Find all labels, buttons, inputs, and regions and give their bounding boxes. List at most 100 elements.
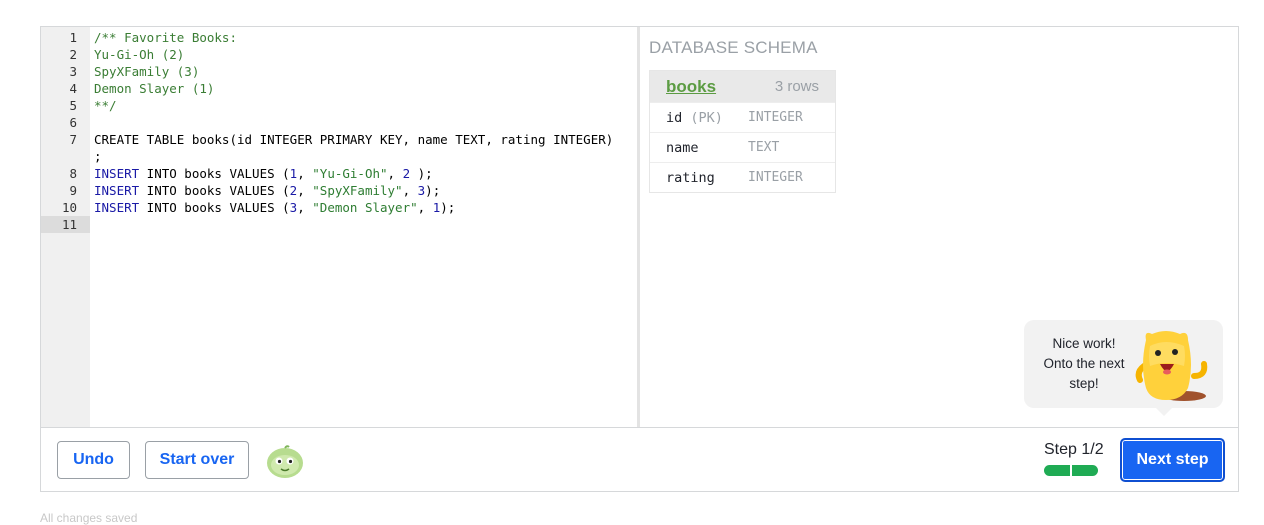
code-text[interactable]: INSERT INTO books VALUES (1, "Yu-Gi-Oh",… xyxy=(94,165,433,182)
code-line[interactable]: 10 INSERT INTO books VALUES (3, "Demon Sl… xyxy=(41,199,638,216)
schema-column-row: id (PK) INTEGER xyxy=(650,102,835,132)
code-line[interactable]: 8 INSERT INTO books VALUES (1, "Yu-Gi-Oh"… xyxy=(41,165,638,182)
code-token: , xyxy=(297,166,313,181)
code-line[interactable]: 7 CREATE TABLE books(id INTEGER PRIMARY K… xyxy=(41,131,638,148)
line-number: 6 xyxy=(69,115,77,130)
column-name: id (PK) xyxy=(666,110,723,126)
line-number: 9 xyxy=(69,183,77,198)
code-token: 2 xyxy=(402,166,411,181)
code-line[interactable]: 3 SpyXFamily (3) xyxy=(41,63,638,80)
code-line[interactable]: 1 /** Favorite Books: xyxy=(41,29,638,46)
code-token: ); xyxy=(410,166,433,181)
line-number: 4 xyxy=(69,81,77,96)
code-token: INTO books VALUES ( xyxy=(139,200,290,215)
code-token: , xyxy=(297,183,313,198)
code-token: SpyXFamily (3) xyxy=(94,64,200,79)
code-token: **/ xyxy=(94,98,117,113)
line-number: 1 xyxy=(69,30,77,45)
code-text[interactable]: **/ xyxy=(94,97,117,114)
feedback-text: Nice work! Onto the next step! xyxy=(1034,334,1134,394)
schema-table-header: books 3 rows xyxy=(650,71,835,102)
code-token: INSERT xyxy=(94,200,140,215)
line-number: 3 xyxy=(69,64,77,79)
column-name-text: name xyxy=(666,140,699,156)
code-line[interactable]: 4 Demon Slayer (1) xyxy=(41,80,638,97)
code-line[interactable]: 11 xyxy=(41,216,638,233)
code-token: /** Favorite Books: xyxy=(94,30,237,45)
column-name-text: rating xyxy=(666,170,715,186)
bottom-toolbar: Undo Start over Step 1/2 Next step xyxy=(41,427,1238,492)
column-type: INTEGER xyxy=(748,110,803,125)
pane-divider[interactable] xyxy=(637,27,640,427)
undo-button[interactable]: Undo xyxy=(57,441,130,479)
step-progress-bar xyxy=(1044,465,1098,476)
progress-segment-1 xyxy=(1044,465,1070,476)
save-status: All changes saved xyxy=(40,511,138,525)
schema-title: DATABASE SCHEMA xyxy=(649,38,818,57)
line-number: 7 xyxy=(69,132,77,147)
bubble-tail xyxy=(1155,407,1173,416)
step-indicator: Step 1/2 xyxy=(1044,441,1104,458)
schema-table: books 3 rows id (PK) INTEGER name TEXT ratin… xyxy=(649,70,836,193)
code-token: "SpyXFamily" xyxy=(312,183,403,198)
column-name: name xyxy=(666,140,699,156)
code-text[interactable]: /** Favorite Books: xyxy=(94,29,237,46)
code-token: INSERT xyxy=(94,183,140,198)
feedback-line-1: Nice work! xyxy=(1052,336,1116,351)
monster-mascot-icon xyxy=(1135,331,1208,401)
line-number: 10 xyxy=(61,200,77,215)
code-token: , xyxy=(297,200,313,215)
line-number: 8 xyxy=(69,166,77,181)
code-token: CREATE TABLE books(id INTEGER PRIMARY KE… xyxy=(94,132,614,147)
code-token: "Demon Slayer" xyxy=(312,200,418,215)
column-name: rating xyxy=(666,170,715,186)
table-row-count: 3 rows xyxy=(774,78,819,95)
code-token: INSERT xyxy=(94,166,140,181)
code-token: , xyxy=(387,166,403,181)
code-text[interactable]: ; xyxy=(94,148,102,165)
column-name-text: id xyxy=(666,110,683,126)
code-token: ; xyxy=(94,149,102,164)
code-token: INTO books VALUES ( xyxy=(139,183,290,198)
progress-segment-2 xyxy=(1072,465,1098,476)
code-line[interactable]: 2 Yu-Gi-Oh (2) xyxy=(41,46,638,63)
avatar-icon[interactable] xyxy=(265,443,305,479)
line-number: 11 xyxy=(61,217,77,232)
code-line[interactable]: 5 **/ xyxy=(41,97,638,114)
challenge-frame: 1 /** Favorite Books: 2 Yu-Gi-Oh (2) 3 SpyXFa… xyxy=(40,26,1239,492)
code-text[interactable]: INSERT INTO books VALUES (2, "SpyXFamily… xyxy=(94,182,440,199)
code-token: ); xyxy=(425,183,441,198)
column-type: TEXT xyxy=(748,140,780,155)
code-text[interactable]: CREATE TABLE books(id INTEGER PRIMARY KE… xyxy=(94,131,613,148)
code-line[interactable]: 6 xyxy=(41,114,638,131)
code-token: ); xyxy=(440,200,456,215)
feedback-bubble: Nice work! Onto the next step! xyxy=(1024,320,1223,416)
code-text[interactable]: Yu-Gi-Oh (2) xyxy=(94,46,184,63)
code-editor[interactable]: 1 /** Favorite Books: 2 Yu-Gi-Oh (2) 3 SpyXFa… xyxy=(41,27,638,427)
feedback-line-3: step! xyxy=(1069,376,1099,391)
code-token: "Yu-Gi-Oh" xyxy=(312,166,388,181)
code-text[interactable]: INSERT INTO books VALUES (3, "Demon Slay… xyxy=(94,199,455,216)
start-over-button[interactable]: Start over xyxy=(145,441,249,479)
code-line[interactable]: ; xyxy=(41,148,638,165)
schema-panel: DATABASE SCHEMA books 3 rows id (PK) INTE… xyxy=(641,27,1239,427)
code-token: , xyxy=(417,200,433,215)
next-step-button[interactable]: Next step xyxy=(1120,438,1225,482)
primary-key-label: (PK) xyxy=(690,110,723,126)
line-number: 5 xyxy=(69,98,77,113)
schema-column-row: name TEXT xyxy=(650,132,835,162)
code-token: INTO books VALUES ( xyxy=(139,166,290,181)
code-token: , xyxy=(402,183,418,198)
code-token: Yu-Gi-Oh (2) xyxy=(94,47,185,62)
code-lines[interactable]: 1 /** Favorite Books: 2 Yu-Gi-Oh (2) 3 SpyXFa… xyxy=(41,29,638,233)
schema-column-row: rating INTEGER xyxy=(650,162,835,192)
line-number: 2 xyxy=(69,47,77,62)
feedback-line-2: Onto the next xyxy=(1043,356,1125,371)
code-token: Demon Slayer (1) xyxy=(94,81,215,96)
code-line[interactable]: 9 INSERT INTO books VALUES (2, "SpyXFamil… xyxy=(41,182,638,199)
column-type: INTEGER xyxy=(748,170,803,185)
table-name-link[interactable]: books xyxy=(666,77,716,97)
code-text[interactable]: Demon Slayer (1) xyxy=(94,80,214,97)
schema-columns: id (PK) INTEGER name TEXT rating INTEGER xyxy=(650,102,835,192)
code-text[interactable]: SpyXFamily (3) xyxy=(94,63,199,80)
